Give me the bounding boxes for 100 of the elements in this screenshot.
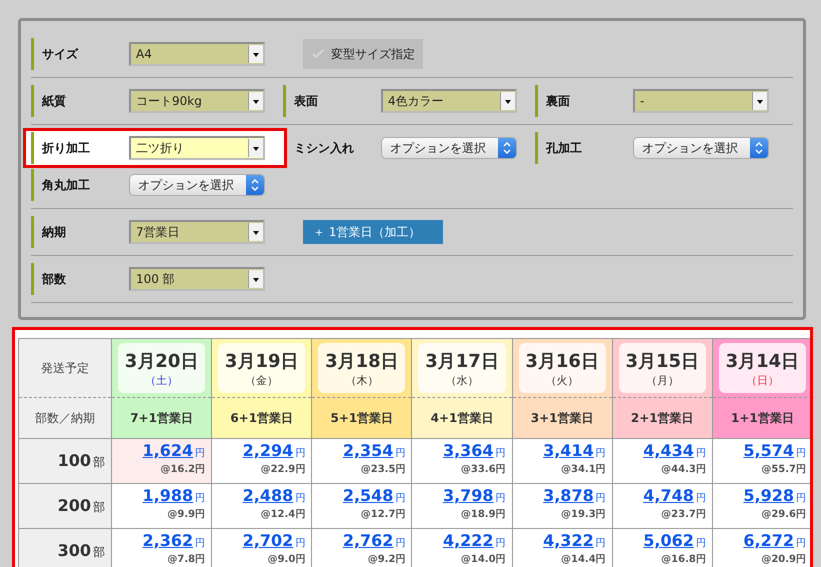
caret-icon [248, 223, 263, 241]
unit-price: @18.9円 [460, 508, 506, 521]
currency: 円 [796, 447, 806, 460]
price-link[interactable]: 4,222 [442, 531, 494, 550]
price-link[interactable]: 2,294 [242, 441, 294, 460]
dropdown[interactable]: 7営業日 [129, 220, 265, 244]
dropdown[interactable]: オプションを選択 [381, 137, 517, 159]
price-link[interactable]: 2,488 [242, 486, 294, 505]
caret-icon [248, 92, 263, 110]
unit-price: @12.4円 [260, 508, 306, 521]
unit-price: @9.2円 [366, 553, 406, 566]
price-link[interactable]: 1,988 [142, 486, 194, 505]
lead-time: 4+1営業日 [412, 398, 512, 438]
price-cell[interactable]: 1,988 円 @9.9円 [112, 484, 212, 528]
weekday: （日） [746, 372, 779, 388]
dropdown[interactable]: オプションを選択 [633, 137, 769, 159]
unit-price: @29.6円 [760, 508, 806, 521]
checkbox[interactable]: 変型サイズ指定 [303, 39, 423, 69]
price-cell[interactable]: 6,272 円 @20.9円 [712, 528, 810, 567]
price-link[interactable]: 3,364 [442, 441, 494, 460]
price-cell[interactable]: 5,062 円 @16.8円 [612, 528, 712, 567]
price-link[interactable]: 2,548 [342, 486, 394, 505]
price-link[interactable]: 2,362 [142, 531, 194, 550]
dropdown[interactable]: 100 部 [129, 267, 265, 291]
price-link[interactable]: 2,762 [342, 531, 394, 550]
price-cell[interactable]: 2,362 円 @7.8円 [112, 528, 212, 567]
caret-icon [500, 92, 515, 110]
quantity: 100 [58, 451, 91, 470]
price-cell[interactable]: 3,364 円 @33.6円 [412, 438, 512, 484]
caret-icon [248, 270, 263, 288]
price-cell[interactable]: 5,574 円 @55.7円 [712, 438, 810, 484]
currency: 円 [596, 447, 606, 460]
price-link[interactable]: 5,574 [743, 441, 794, 460]
price-cell[interactable]: 2,762 円 @9.2円 [312, 528, 412, 567]
price-link[interactable]: 6,272 [743, 531, 794, 550]
unit-price: @14.0円 [460, 553, 506, 566]
unit-price: @12.7円 [360, 508, 406, 521]
price-link[interactable]: 4,322 [543, 531, 594, 550]
dropdown[interactable]: 二ツ折り [129, 136, 265, 160]
price-link[interactable]: 4,748 [643, 486, 694, 505]
quantity-unit: 部 [93, 500, 105, 514]
currency: 円 [696, 537, 706, 550]
price-cell[interactable]: 2,548 円 @12.7円 [312, 484, 412, 528]
price-cell[interactable]: 3,878 円 @19.3円 [512, 484, 612, 528]
weekday: （土） [145, 372, 178, 388]
chevron-icon [246, 175, 264, 195]
price-link[interactable]: 3,414 [543, 441, 594, 460]
currency: 円 [496, 537, 506, 550]
unit-price: @9.0円 [266, 553, 306, 566]
price-cell[interactable]: 2,354 円 @23.5円 [312, 438, 412, 484]
weekday: （木） [345, 372, 378, 388]
dropdown[interactable]: オプションを選択 [129, 174, 265, 196]
price-cell[interactable]: 5,928 円 @29.6円 [712, 484, 810, 528]
ship-date: 3月14日 [726, 350, 800, 372]
currency: 円 [195, 447, 206, 460]
ship-date: 3月15日 [625, 350, 700, 372]
currency: 円 [496, 492, 506, 505]
price-cell[interactable]: 2,488 円 @12.4円 [212, 484, 312, 528]
weekday: （月） [646, 372, 679, 388]
price-link[interactable]: 3,798 [442, 486, 494, 505]
price-cell[interactable]: 4,434 円 @44.3円 [612, 438, 712, 484]
add-day-button[interactable]: ＋ 1営業日（加工） [303, 220, 443, 244]
unit-price: @16.8円 [660, 553, 706, 566]
currency: 円 [395, 492, 406, 505]
unit-price: @9.9円 [166, 508, 206, 521]
quantity-unit: 部 [93, 545, 105, 559]
price-link[interactable]: 1,624 [142, 441, 194, 460]
price-link[interactable]: 5,928 [743, 486, 794, 505]
price-cell[interactable]: 2,702 円 @9.0円 [212, 528, 312, 567]
dropdown[interactable]: コート90kg [129, 89, 265, 113]
ship-date: 3月20日 [124, 350, 198, 372]
price-link[interactable]: 3,878 [543, 486, 594, 505]
currency: 円 [796, 492, 806, 505]
price-link[interactable]: 5,062 [643, 531, 694, 550]
dropdown[interactable]: - [633, 89, 769, 113]
price-cell[interactable]: 3,414 円 @34.1円 [512, 438, 612, 484]
unit-price: @7.8円 [166, 553, 206, 566]
unit-price: @14.4円 [560, 553, 606, 566]
unit-price: @34.1円 [560, 463, 606, 476]
price-cell[interactable]: 2,294 円 @22.9円 [212, 438, 312, 484]
price-cell[interactable]: 3,798 円 @18.9円 [412, 484, 512, 528]
ship-date: 3月17日 [425, 350, 499, 372]
unit-price: @16.2円 [159, 463, 206, 476]
quantity: 300 [58, 541, 91, 560]
price-cell[interactable]: 4,222 円 @14.0円 [412, 528, 512, 567]
unit-price: @20.9円 [760, 553, 806, 566]
price-cell[interactable]: 4,748 円 @23.7円 [612, 484, 712, 528]
currency: 円 [696, 447, 706, 460]
dropdown[interactable]: A4 [129, 42, 265, 66]
price-link[interactable]: 2,354 [342, 441, 394, 460]
price-link[interactable]: 2,702 [242, 531, 294, 550]
dropdown[interactable]: 4色カラー [381, 89, 517, 113]
price-link[interactable]: 4,434 [643, 441, 694, 460]
currency: 円 [496, 447, 506, 460]
currency: 円 [796, 537, 806, 550]
currency: 円 [195, 492, 206, 505]
price-cell[interactable]: 4,322 円 @14.4円 [512, 528, 612, 567]
price-cell[interactable]: 1,624 円 @16.2円 [112, 438, 212, 484]
currency: 円 [295, 537, 306, 550]
currency: 円 [696, 492, 706, 505]
